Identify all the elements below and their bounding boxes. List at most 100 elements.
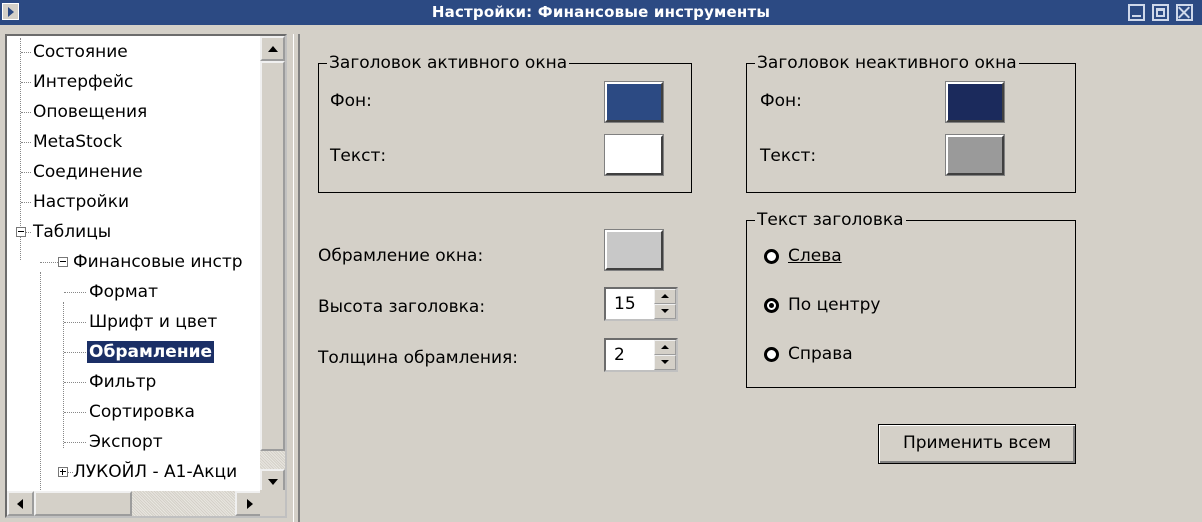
tree-item-format[interactable]: Формат	[89, 278, 158, 306]
spin-down-button[interactable]	[654, 304, 676, 319]
tree-item-tables[interactable]: Таблицы	[33, 218, 111, 246]
tree-item-label: Соединение	[33, 162, 143, 182]
tree-connector	[64, 412, 86, 413]
scrollbar-corner	[260, 490, 285, 516]
tree-item-label: ЛУКОЙЛ - A1-Акци	[73, 462, 238, 482]
tree-item-financial-instruments[interactable]: Финансовые инстр	[73, 248, 243, 276]
tree-connector	[21, 202, 31, 203]
tree-item-label: Экспорт	[89, 432, 163, 452]
group-legend: Заголовок неактивного окна	[755, 52, 1019, 74]
tree-connector	[64, 292, 86, 293]
scroll-thumb[interactable]	[34, 491, 132, 516]
active-bg-color-swatch[interactable]	[604, 81, 664, 123]
arrow-right-icon	[247, 499, 253, 509]
active-text-label: Текст:	[330, 146, 387, 166]
tree-item-interface[interactable]: Интерфейс	[33, 68, 133, 96]
group-legend: Текст заголовка	[755, 209, 906, 231]
arrow-up-icon	[268, 46, 278, 52]
tree-horizontal-scrollbar[interactable]	[7, 491, 262, 516]
radio-right-label[interactable]: Справа	[788, 343, 853, 365]
radio-right[interactable]	[764, 347, 779, 362]
inactive-title-group: Заголовок неактивного окна	[746, 52, 1076, 193]
spin-up-button[interactable]	[654, 340, 676, 355]
minimize-icon[interactable]	[1128, 4, 1145, 21]
tree-connector	[40, 262, 58, 263]
panel-splitter[interactable]	[293, 34, 300, 522]
frame-color-swatch[interactable]	[604, 229, 664, 271]
tree-item-font-color[interactable]: Шрифт и цвет	[89, 308, 217, 336]
group-legend: Заголовок активного окна	[327, 52, 570, 74]
tree-item-label: MetaStock	[33, 132, 123, 152]
tree-item-label: Обрамление	[87, 341, 215, 363]
tree-connector	[26, 232, 31, 233]
inactive-bg-color-swatch[interactable]	[945, 81, 1005, 123]
frame-label: Обрамление окна:	[318, 246, 484, 266]
tree-item-label: Интерфейс	[33, 72, 134, 92]
radio-center-label[interactable]: По центру	[788, 294, 881, 316]
tree-item-label: Шрифт и цвет	[89, 312, 218, 332]
scroll-right-button[interactable]	[235, 491, 262, 516]
apply-all-button[interactable]: Применить всем	[878, 424, 1076, 464]
title-height-label: Высота заголовка:	[318, 297, 486, 317]
tree-connector	[64, 382, 86, 383]
window-title-bar[interactable]: Настройки: Финансовые инструменты	[0, 0, 1202, 25]
radio-left-label[interactable]: Слева	[788, 245, 842, 267]
collapse-icon[interactable]	[16, 227, 26, 237]
scroll-up-button[interactable]	[260, 36, 285, 61]
tree-connector	[64, 352, 86, 353]
tree-connector	[21, 142, 31, 143]
tree-item-label: Состояние	[33, 42, 128, 62]
access-key: Слева	[788, 246, 842, 266]
tree-connector	[21, 82, 31, 83]
frame-thickness-label: Толщина обрамления:	[318, 348, 519, 368]
radio-left[interactable]	[764, 249, 779, 264]
maximize-icon[interactable]	[1152, 4, 1169, 21]
tree-item-filter[interactable]: Фильтр	[89, 368, 156, 396]
tree-guide-line	[63, 302, 64, 448]
tree-item-metastock[interactable]: MetaStock	[33, 128, 122, 156]
expand-icon[interactable]	[58, 467, 68, 477]
window-title: Настройки: Финансовые инструменты	[431, 3, 771, 21]
settings-tree[interactable]: Состояние Интерфейс Оповещения MetaStock…	[5, 34, 287, 518]
tree-item-notifications[interactable]: Оповещения	[33, 98, 147, 126]
close-icon[interactable]	[1176, 4, 1193, 21]
active-text-color-swatch[interactable]	[604, 134, 664, 176]
tree-item-sostoyanie[interactable]: Состояние	[33, 38, 128, 66]
title-height-stepper[interactable]: 15	[604, 287, 678, 321]
active-bg-label: Фон:	[330, 91, 372, 111]
tree-item-label: Сортировка	[89, 402, 195, 422]
arrow-down-icon	[268, 479, 278, 485]
tree-item-frame[interactable]: Обрамление	[87, 338, 215, 366]
scroll-left-button[interactable]	[7, 491, 34, 516]
tree-connector	[21, 52, 31, 53]
tree-connector	[64, 442, 86, 443]
tree-connector	[21, 112, 31, 113]
spin-down-button[interactable]	[654, 355, 676, 370]
radio-center[interactable]	[764, 298, 779, 313]
tree-connector	[21, 172, 31, 173]
tree-item-connection[interactable]: Соединение	[33, 158, 143, 186]
tree-connector	[64, 322, 86, 323]
tree-vertical-scrollbar[interactable]	[260, 36, 285, 494]
spin-up-button[interactable]	[654, 289, 676, 304]
tree-guide-line	[40, 272, 41, 502]
title-height-value[interactable]: 15	[614, 293, 636, 315]
inactive-text-label: Текст:	[760, 146, 817, 166]
scroll-thumb[interactable]	[260, 61, 285, 451]
tree-item-settings[interactable]: Настройки	[33, 188, 129, 216]
frame-thickness-stepper[interactable]: 2	[604, 338, 678, 372]
inactive-bg-label: Фон:	[760, 91, 802, 111]
inactive-text-color-swatch[interactable]	[945, 134, 1005, 176]
tree-item-label: Таблицы	[33, 222, 112, 242]
tree-item-export[interactable]: Экспорт	[89, 428, 163, 456]
tree-item-label: Настройки	[33, 192, 130, 212]
tree-item-label: Финансовые инстр	[73, 252, 243, 272]
frame-thickness-value[interactable]: 2	[614, 344, 625, 366]
tree-item-label: Формат	[89, 282, 158, 302]
tree-item-label: Оповещения	[33, 102, 148, 122]
tree-item-label: Фильтр	[89, 372, 157, 392]
tree-item-lukoil[interactable]: ЛУКОЙЛ - A1-Акци	[73, 458, 237, 486]
tree-item-sort[interactable]: Сортировка	[89, 398, 195, 426]
arrow-left-icon	[17, 499, 23, 509]
collapse-icon[interactable]	[58, 257, 68, 267]
